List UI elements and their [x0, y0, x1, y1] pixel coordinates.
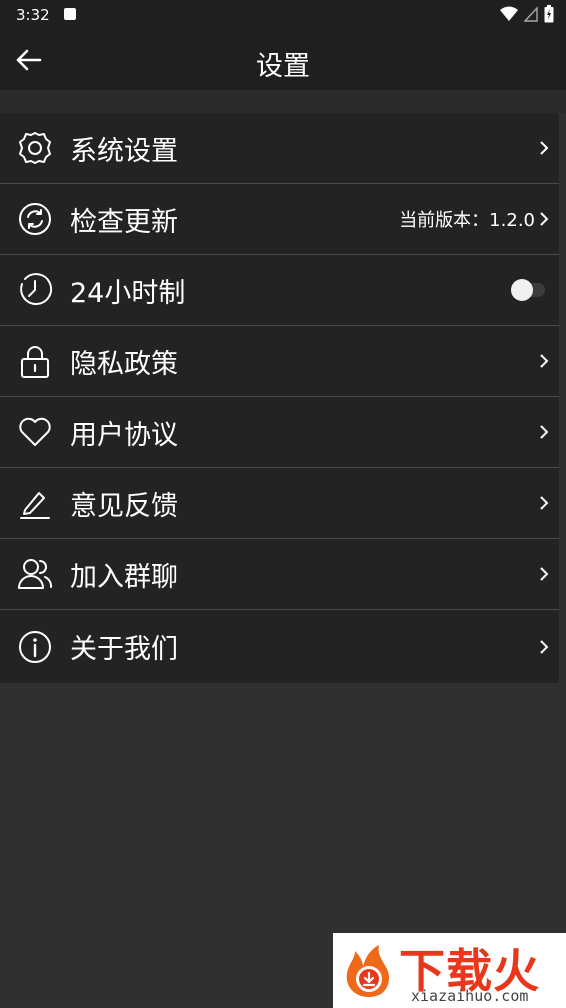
status-icons: [500, 5, 554, 23]
flame-logo-icon: [346, 945, 389, 997]
24-hour-toggle[interactable]: [511, 279, 545, 301]
app-bar: 设置: [0, 30, 566, 90]
menu-item-label: 用户协议: [70, 419, 178, 451]
menu-item-24-hour: 24小时制: [0, 255, 559, 326]
version-value: 当前版本：1.2.0: [399, 210, 535, 231]
chevron-right-icon: [537, 564, 551, 584]
menu-item-label: 隐私政策: [70, 348, 178, 380]
status-time: 3:32: [16, 6, 50, 24]
menu-item-feedback[interactable]: 意见反馈: [0, 468, 559, 539]
menu-item-about-us[interactable]: 关于我们: [0, 610, 559, 683]
menu-item-label: 关于我们: [70, 634, 178, 665]
menu-item-join-group[interactable]: 加入群聊: [0, 539, 559, 610]
settings-list: 系统设置 检查更新 当前版本：1.2.0 24小时制 隐私政策 用户协议 意见反…: [0, 113, 559, 683]
refresh-icon: [17, 201, 53, 237]
chevron-right-icon: [537, 209, 551, 229]
users-icon: [17, 556, 53, 592]
gear-icon: [17, 130, 53, 166]
menu-item-system-settings[interactable]: 系统设置: [0, 113, 559, 184]
info-icon: [17, 629, 53, 665]
toggle-knob: [511, 279, 533, 301]
watermark: 下载火 xiazaihuo.com: [333, 933, 566, 1008]
menu-item-label: 检查更新: [70, 206, 178, 238]
menu-item-label: 系统设置: [70, 135, 178, 167]
heart-icon: [17, 414, 53, 450]
chevron-right-icon: [537, 138, 551, 158]
lock-icon: [17, 343, 53, 379]
clock-icon: [17, 272, 53, 308]
notification-icon: [64, 8, 76, 20]
page-title: 设置: [256, 51, 310, 82]
menu-item-label: 加入群聊: [70, 561, 178, 593]
menu-item-privacy-policy[interactable]: 隐私政策: [0, 326, 559, 397]
chevron-right-icon: [537, 493, 551, 513]
chevron-right-icon: [537, 351, 551, 371]
menu-item-check-update[interactable]: 检查更新 当前版本：1.2.0: [0, 184, 559, 255]
battery-icon: [544, 5, 554, 23]
edit-icon: [17, 485, 53, 521]
status-bar: 3:32: [0, 0, 566, 30]
menu-item-label: 24小时制: [70, 277, 186, 309]
chevron-right-icon: [537, 637, 551, 657]
menu-item-user-agreement[interactable]: 用户协议: [0, 397, 559, 468]
wifi-icon: [500, 6, 518, 21]
menu-item-label: 意见反馈: [70, 490, 178, 522]
header-divider: [0, 90, 566, 113]
watermark-url: xiazaihuo.com: [411, 987, 529, 1005]
signal-icon: [524, 6, 538, 22]
chevron-right-icon: [537, 422, 551, 442]
